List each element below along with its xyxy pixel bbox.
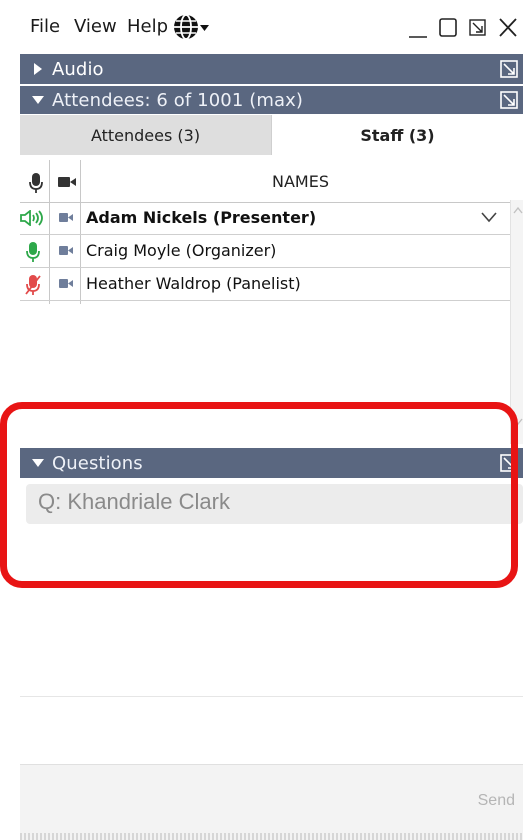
chevron-down-icon[interactable] bbox=[480, 210, 498, 224]
menu-help[interactable]: Help bbox=[127, 16, 168, 37]
questions-panel-header[interactable]: Questions bbox=[20, 448, 523, 478]
questions-panel-title: Questions bbox=[52, 452, 143, 474]
expand-triangle-icon bbox=[34, 63, 42, 75]
microphone-icon[interactable] bbox=[25, 241, 41, 263]
close-icon[interactable] bbox=[497, 14, 519, 40]
menubar: File View Help bbox=[20, 0, 523, 52]
answer-area bbox=[20, 696, 523, 765]
table-row[interactable]: Adam Nickels (Presenter) bbox=[20, 202, 510, 235]
attendee-name: Craig Moyle (Organizer) bbox=[86, 241, 277, 260]
camera-icon[interactable] bbox=[58, 212, 74, 223]
camera-icon[interactable] bbox=[58, 245, 74, 256]
send-button[interactable]: Send bbox=[478, 792, 515, 810]
camera-icon[interactable] bbox=[57, 175, 77, 189]
window-controls bbox=[407, 12, 519, 42]
camera-icon[interactable] bbox=[58, 278, 74, 289]
table-header: NAMES bbox=[20, 160, 510, 203]
minimize-icon[interactable] bbox=[407, 14, 429, 40]
menu-view[interactable]: View bbox=[74, 16, 117, 37]
answer-compose-box[interactable]: Send bbox=[20, 764, 523, 835]
menu-file[interactable]: File bbox=[30, 16, 60, 37]
popout-icon[interactable] bbox=[499, 59, 519, 79]
resize-grip[interactable] bbox=[20, 833, 523, 840]
scroll-down-icon[interactable] bbox=[513, 418, 523, 426]
question-text: Q: Khandriale Clark bbox=[38, 489, 230, 514]
microphone-icon[interactable] bbox=[28, 172, 44, 194]
attendee-list-scrollbar[interactable] bbox=[510, 200, 523, 444]
table-row[interactable]: Heather Waldrop (Panelist) bbox=[20, 268, 510, 301]
tab-staff[interactable]: Staff (3) bbox=[272, 115, 523, 155]
audio-panel-header[interactable]: Audio bbox=[20, 54, 523, 84]
question-item[interactable]: Q: Khandriale Clark bbox=[26, 484, 523, 524]
muted-microphone-icon[interactable] bbox=[25, 274, 41, 296]
gotowebinar-control-panel: File View Help Audio Attendees: 6 of 100… bbox=[20, 0, 523, 840]
maximize-icon[interactable] bbox=[437, 14, 459, 40]
attendee-name: Adam Nickels (Presenter) bbox=[86, 208, 317, 227]
restore-icon[interactable] bbox=[467, 14, 489, 40]
table-row[interactable]: Craig Moyle (Organizer) bbox=[20, 235, 510, 268]
audio-panel-title: Audio bbox=[52, 58, 104, 80]
names-column-header[interactable]: NAMES bbox=[272, 172, 329, 191]
attendee-name: Heather Waldrop (Panelist) bbox=[86, 274, 301, 293]
collapse-triangle-icon bbox=[32, 96, 44, 104]
attendee-tabs: Attendees (3) Staff (3) bbox=[20, 115, 523, 155]
collapse-triangle-icon bbox=[32, 459, 44, 467]
popout-icon[interactable] bbox=[499, 453, 519, 473]
globe-icon[interactable] bbox=[172, 10, 210, 44]
attendees-panel-header[interactable]: Attendees: 6 of 1001 (max) bbox=[20, 86, 523, 114]
attendees-panel-title: Attendees: 6 of 1001 (max) bbox=[52, 89, 303, 111]
tab-attendees[interactable]: Attendees (3) bbox=[20, 115, 272, 155]
speaking-microphone-icon bbox=[20, 210, 43, 226]
scroll-up-icon[interactable] bbox=[513, 206, 523, 214]
popout-icon[interactable] bbox=[499, 90, 519, 110]
staff-table: NAMES Adam Nickels (Presenter) Craig Moy… bbox=[20, 160, 510, 444]
